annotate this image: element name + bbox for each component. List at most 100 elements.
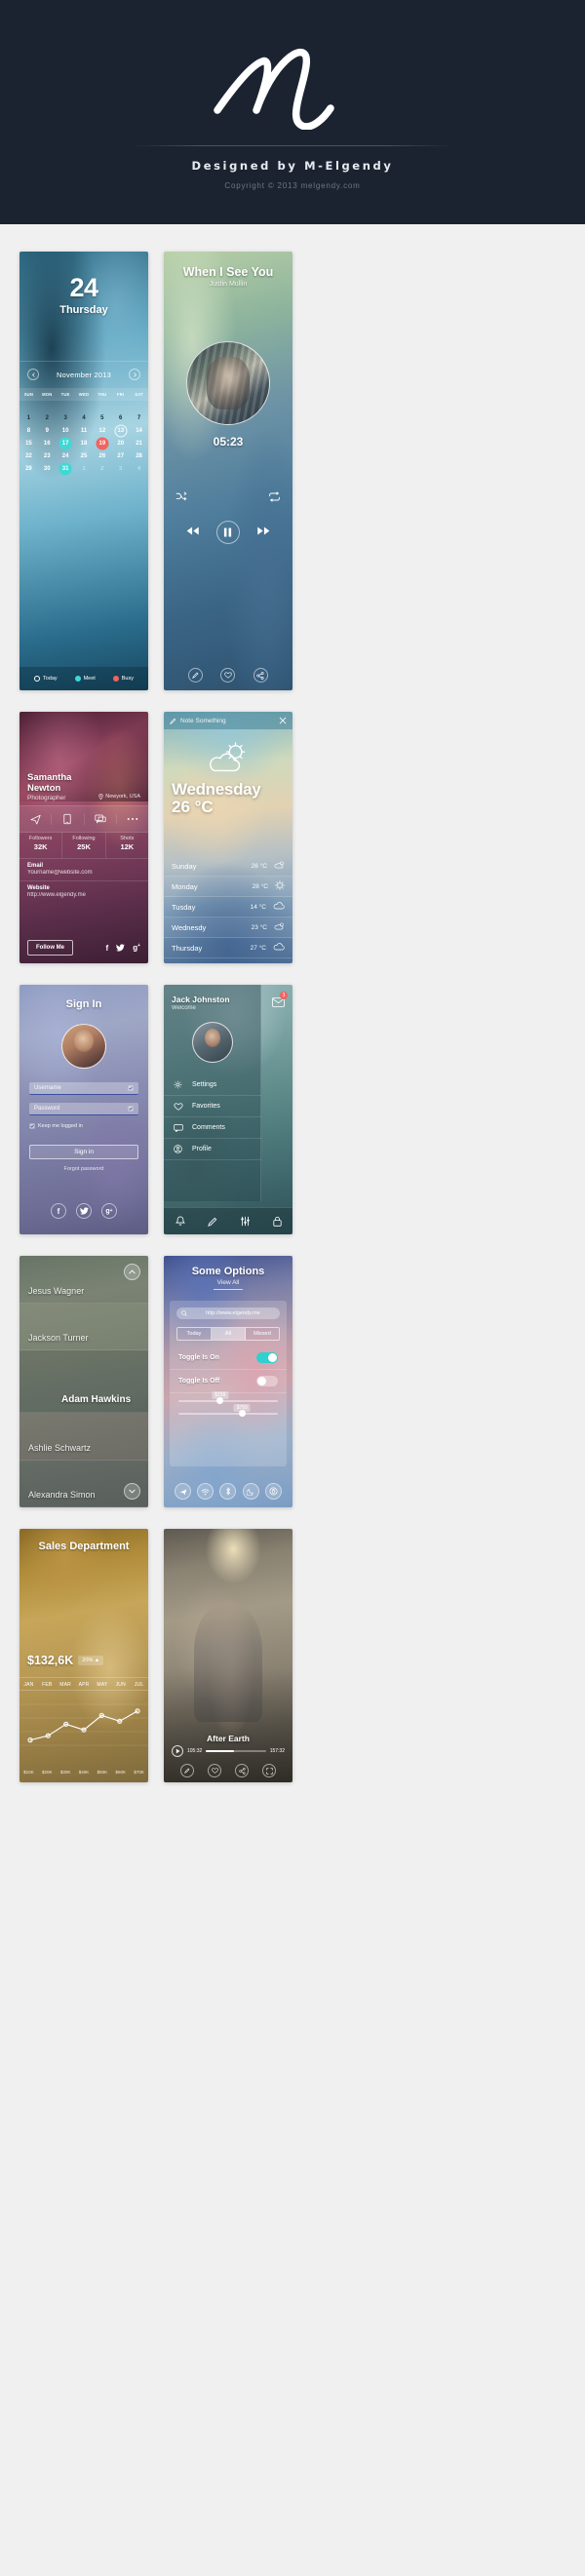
facebook-button[interactable]: f: [51, 1203, 66, 1219]
calendar-day-cell[interactable]: 21: [130, 437, 148, 449]
profile-chat-button[interactable]: [85, 814, 117, 824]
calendar-day-cell[interactable]: 25: [75, 450, 94, 463]
calendar-day-cell[interactable]: 18: [75, 437, 94, 449]
calendar-day-cell[interactable]: 2: [38, 411, 57, 424]
profile-send-button[interactable]: [20, 813, 53, 825]
calendar-day-cell[interactable]: 16: [38, 437, 57, 449]
slider-track[interactable]: [178, 1410, 278, 1417]
wifi-button[interactable]: [197, 1483, 214, 1500]
airplane-button[interactable]: [175, 1483, 192, 1500]
twitter-button[interactable]: [76, 1203, 92, 1219]
bell-icon[interactable]: [175, 1216, 185, 1227]
calendar-day-cell[interactable]: 27: [111, 450, 130, 463]
profile-more-button[interactable]: [117, 817, 148, 821]
sliders-icon[interactable]: [240, 1216, 251, 1227]
moon-button[interactable]: [242, 1483, 259, 1500]
slider-knob[interactable]: [238, 1410, 246, 1417]
calendar-day-cell[interactable]: 30: [38, 463, 57, 476]
toggle-switch[interactable]: [256, 1352, 278, 1363]
bluetooth-button[interactable]: [219, 1483, 237, 1500]
calendar-day-cell[interactable]: 8: [20, 424, 38, 437]
calendar-day-cell[interactable]: 26: [93, 450, 111, 463]
calendar-day-cell[interactable]: 6: [111, 411, 130, 424]
list-item[interactable]: Ashlie Schwartz: [20, 1413, 148, 1461]
options-subtitle[interactable]: View All: [164, 1279, 292, 1286]
options-segmented-control[interactable]: Today All Missed: [176, 1327, 280, 1341]
compose-icon[interactable]: [207, 1217, 217, 1227]
calendar-day-cell[interactable]: 19: [93, 437, 111, 450]
calendar-day-cell[interactable]: 24: [57, 450, 75, 463]
calendar-day-cell[interactable]: 15: [20, 437, 38, 449]
calendar-day-cell[interactable]: 3: [57, 411, 75, 424]
shuffle-button[interactable]: [176, 489, 188, 507]
movie-edit-button[interactable]: [180, 1764, 194, 1777]
movie-play-button[interactable]: [172, 1745, 183, 1757]
repeat-button[interactable]: [268, 489, 281, 507]
note-placeholder[interactable]: Note Something: [180, 718, 275, 724]
slider-track[interactable]: [178, 1397, 278, 1404]
calendar-day-cell[interactable]: 31: [57, 462, 75, 476]
calendar-day-cell[interactable]: 29: [20, 463, 38, 476]
calendar-day-cell[interactable]: 10: [57, 424, 75, 437]
segment-today[interactable]: Today: [177, 1328, 212, 1340]
calendar-next-month-button[interactable]: [129, 369, 140, 380]
list-item[interactable]: Jackson Turner: [20, 1303, 148, 1350]
music-share-button[interactable]: [253, 668, 268, 683]
calendar-day-cell[interactable]: 12: [93, 424, 111, 437]
google-plus-icon[interactable]: g+: [133, 943, 140, 953]
calendar-day-cell[interactable]: 20: [111, 437, 130, 449]
calendar-day-cell[interactable]: 28: [130, 450, 148, 463]
signin-submit-button[interactable]: Sign in: [29, 1145, 138, 1159]
calendar-day-cell[interactable]: 17: [57, 437, 75, 450]
google-plus-button[interactable]: g +: [101, 1203, 117, 1219]
calendar-day-cell[interactable]: 7: [130, 411, 148, 424]
movie-share-button[interactable]: [235, 1764, 249, 1777]
music-prev-button[interactable]: [185, 524, 200, 541]
music-edit-button[interactable]: [188, 668, 204, 683]
calendar-day-cell[interactable]: 22: [20, 450, 38, 463]
movie-like-button[interactable]: [208, 1764, 221, 1777]
movie-expand-button[interactable]: [262, 1764, 276, 1777]
music-next-button[interactable]: [256, 524, 271, 541]
twitter-icon[interactable]: [116, 944, 125, 952]
calendar-day-cell[interactable]: 11: [75, 424, 94, 437]
music-like-button[interactable]: [220, 668, 236, 683]
calendar-day-cell[interactable]: 3: [111, 463, 130, 476]
remember-me-row[interactable]: Keep me logged in: [29, 1123, 138, 1129]
segment-all[interactable]: All: [212, 1328, 246, 1340]
calendar-day-cell[interactable]: 1: [75, 463, 94, 476]
calendar-day-cell[interactable]: 1: [20, 411, 38, 424]
forgot-password-link[interactable]: Forgot password: [29, 1166, 138, 1172]
calendar-day-cell[interactable]: 14: [130, 424, 148, 437]
calendar-day-cell[interactable]: 4: [130, 463, 148, 476]
segment-missed[interactable]: Missed: [246, 1328, 279, 1340]
calendar-day-cell[interactable]: 13: [111, 424, 130, 438]
toggle-switch[interactable]: [256, 1376, 278, 1386]
menu-item-settings[interactable]: Settings: [164, 1074, 261, 1096]
username-field[interactable]: Username: [29, 1082, 138, 1095]
facebook-icon[interactable]: f: [106, 944, 109, 953]
close-icon[interactable]: [279, 717, 287, 724]
menu-item-profile[interactable]: Profile: [164, 1139, 261, 1160]
lock-icon[interactable]: [272, 1216, 282, 1227]
slider-knob[interactable]: [216, 1397, 224, 1404]
menu-mail-button[interactable]: 3: [272, 992, 288, 1012]
calendar-day-cell[interactable]: 9: [38, 424, 57, 437]
list-item[interactable]: Adam Hawkins: [20, 1350, 148, 1413]
calendar-day-cell[interactable]: 4: [75, 411, 94, 424]
checkbox-checked-icon[interactable]: [29, 1123, 35, 1129]
password-field[interactable]: Password: [29, 1103, 138, 1115]
menu-item-favorites[interactable]: Favorites: [164, 1096, 261, 1117]
options-search-field[interactable]: http://www.elgendy.me: [176, 1308, 280, 1319]
menu-item-comments[interactable]: Comments: [164, 1117, 261, 1139]
list-scroll-down-button[interactable]: [124, 1483, 140, 1500]
list-scroll-up-button[interactable]: [124, 1264, 140, 1280]
movie-progress-bar[interactable]: [206, 1750, 266, 1752]
follow-me-button[interactable]: Follow Me: [27, 940, 73, 956]
rotation-lock-button[interactable]: [264, 1483, 282, 1500]
calendar-day-cell[interactable]: 5: [93, 411, 111, 424]
profile-phone-button[interactable]: [52, 813, 85, 825]
calendar-day-cell[interactable]: 2: [93, 463, 111, 476]
calendar-prev-month-button[interactable]: [27, 369, 39, 380]
calendar-day-cell[interactable]: 23: [38, 450, 57, 463]
